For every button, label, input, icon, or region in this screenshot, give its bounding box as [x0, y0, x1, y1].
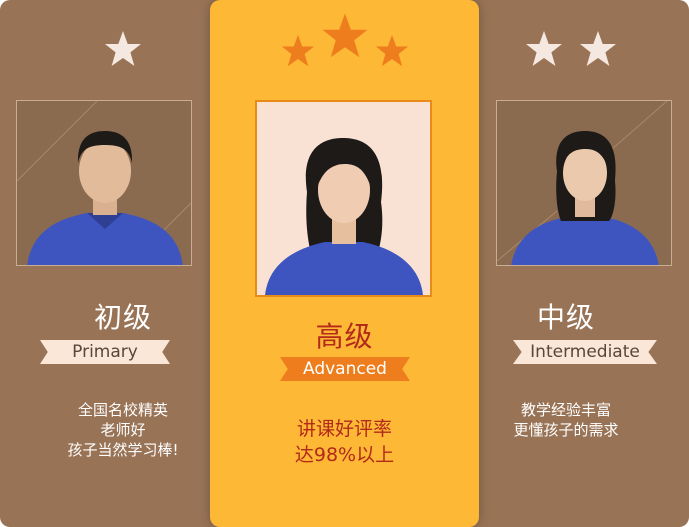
level-tag: Intermediate — [513, 340, 657, 364]
star-rating — [453, 30, 689, 68]
description-line: 讲课好评率 — [296, 418, 392, 440]
teacher-level-showcase: 初级 Primary 全国名校精英 老师好 孩子当然学习棒! 中级 Interm… — [0, 0, 689, 527]
star-icon — [105, 31, 141, 66]
description-line: 更懂孩子的需求 — [513, 421, 619, 439]
level-tag: Primary — [40, 340, 170, 364]
card-advanced[interactable]: 高级 Advanced 讲课好评率 达98%以上 — [210, 0, 479, 527]
teacher-photo — [496, 100, 672, 266]
star-icon — [322, 13, 367, 58]
level-description: 教学经验丰富 更懂孩子的需求 — [443, 400, 689, 440]
teacher-photo — [255, 100, 432, 297]
level-tag: Advanced — [280, 357, 410, 381]
card-intermediate[interactable]: 中级 Intermediate 教学经验丰富 更懂孩子的需求 — [443, 0, 689, 527]
level-title: 高级 — [315, 320, 374, 353]
description-line: 教学经验丰富 — [520, 401, 611, 419]
star-icon — [281, 34, 314, 67]
star-icon — [375, 34, 408, 67]
star-rating — [210, 12, 479, 68]
star-icon — [526, 31, 562, 66]
level-title: 中级 — [536, 301, 595, 334]
teacher-photo — [16, 100, 192, 266]
description-line: 达98%以上 — [294, 444, 395, 466]
level-description: 讲课好评率 达98%以上 — [210, 416, 479, 468]
star-icon — [580, 31, 616, 66]
